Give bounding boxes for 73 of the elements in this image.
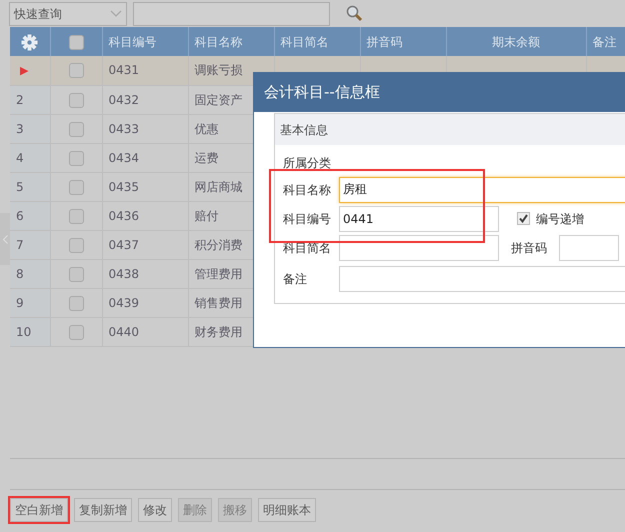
table-cell: 销售费用 xyxy=(194,296,242,310)
toolbar-button[interactable]: 明细账本 xyxy=(258,498,316,522)
field-label: 科目编号 xyxy=(283,210,332,228)
table-cell: 0434 xyxy=(108,150,140,164)
row-number: 4 xyxy=(16,150,24,164)
query-select[interactable]: 快速查询 xyxy=(9,2,127,26)
table-cell: 管理费用 xyxy=(194,266,242,280)
auto-increment-checkbox[interactable] xyxy=(517,212,530,225)
input-field[interactable] xyxy=(339,234,499,260)
input-field[interactable]: 0441 xyxy=(339,206,499,232)
collapse-handle[interactable] xyxy=(0,213,10,265)
toolbar-button[interactable]: 复制新增 xyxy=(74,498,132,522)
select-all-checkbox[interactable] xyxy=(68,34,84,50)
field-label: 所属分类 xyxy=(283,155,332,172)
column-header[interactable]: 期末余额 xyxy=(446,27,586,56)
row-number: 9 xyxy=(16,296,24,310)
field-label: 科目简名 xyxy=(283,240,332,256)
column-header[interactable]: 科目简名 xyxy=(274,27,360,56)
row-number: 5 xyxy=(16,180,24,194)
row-number: 7 xyxy=(16,238,24,252)
table-cell: 0431 xyxy=(108,63,140,78)
row-number: 6 xyxy=(16,208,24,222)
column-header[interactable]: 备注 xyxy=(586,27,625,56)
input-field[interactable] xyxy=(559,234,619,260)
input-field[interactable]: 房租 xyxy=(339,176,625,202)
search-icon[interactable] xyxy=(346,5,363,22)
table-cell: 固定资产 xyxy=(194,92,242,106)
row-checkbox[interactable] xyxy=(68,63,84,78)
table-cell: 积分消费 xyxy=(194,238,242,252)
current-row-marker: ▶ xyxy=(20,64,28,77)
row-checkbox[interactable] xyxy=(68,266,84,282)
row-number: 10 xyxy=(16,324,32,338)
table-cell: 财务费用 xyxy=(194,324,242,338)
table-cell: 网店商城 xyxy=(194,180,242,194)
column-header[interactable]: 科目编号 xyxy=(102,27,188,56)
row-checkbox[interactable] xyxy=(68,150,84,166)
table-cell: 0433 xyxy=(108,122,140,136)
field-label: 科目名称 xyxy=(283,182,332,198)
settings-icon[interactable] xyxy=(21,34,38,51)
row-checkbox[interactable] xyxy=(68,180,84,195)
dialog-title: 会计科目--信息框 xyxy=(264,82,380,104)
row-checkbox[interactable] xyxy=(68,296,84,311)
field-label: 备注 xyxy=(283,271,308,288)
toolbar-button[interactable]: 空白新增 xyxy=(10,498,68,522)
row-checkbox[interactable] xyxy=(68,92,84,108)
row-number: 3 xyxy=(16,122,24,136)
chevron-left-icon xyxy=(2,234,8,244)
row-checkbox[interactable] xyxy=(68,208,84,224)
row-checkbox[interactable] xyxy=(68,238,84,253)
field-label: 拼音码 xyxy=(511,240,547,256)
table-cell: 赔付 xyxy=(194,208,218,222)
section-title: 基本信息 xyxy=(280,122,328,138)
table-cell: 0435 xyxy=(108,180,140,194)
checkbox-label: 编号递增 xyxy=(536,210,584,228)
table-cell: 优惠 xyxy=(194,122,218,136)
column-header[interactable]: 科目名称 xyxy=(188,27,274,56)
table-cell: 0432 xyxy=(108,92,140,106)
dropdown-caret-icon xyxy=(110,10,122,18)
table-cell: 0439 xyxy=(108,296,140,310)
query-field[interactable] xyxy=(133,2,330,26)
table-cell: 0436 xyxy=(108,208,140,222)
column-header[interactable]: 拼音码 xyxy=(360,27,446,56)
table-cell: 0438 xyxy=(108,266,140,280)
row-number: 8 xyxy=(16,266,24,280)
row-checkbox[interactable] xyxy=(68,324,84,340)
row-checkbox[interactable] xyxy=(68,122,84,137)
table-cell: 0440 xyxy=(108,324,140,338)
row-number: 2 xyxy=(16,92,24,106)
table-cell: 0437 xyxy=(108,238,140,252)
toolbar-button[interactable]: 修改 xyxy=(138,498,172,522)
table-cell: 运费 xyxy=(194,150,218,164)
table-cell: 调账亏损 xyxy=(194,63,242,78)
input-field[interactable] xyxy=(339,266,625,292)
